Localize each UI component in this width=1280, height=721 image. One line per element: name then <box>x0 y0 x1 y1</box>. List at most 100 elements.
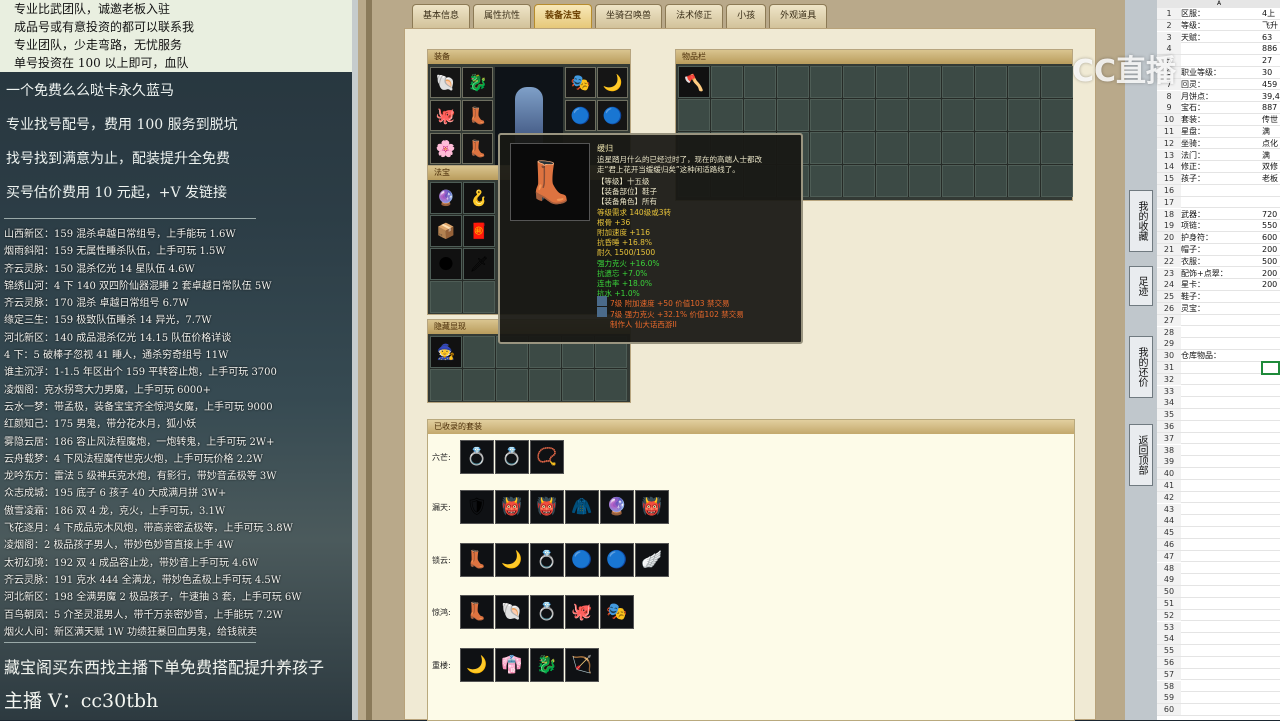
inventory-slot[interactable] <box>1008 66 1040 98</box>
equip-slot[interactable]: 🎭 <box>565 67 596 98</box>
cell-value[interactable]: 点化 <box>1262 138 1278 149</box>
set-item-icon[interactable]: 🐚 <box>495 595 529 629</box>
inventory-slot[interactable] <box>678 99 710 131</box>
set-item-icon[interactable]: 🔵 <box>600 543 634 577</box>
inventory-slot[interactable] <box>975 66 1007 98</box>
inventory-slot[interactable] <box>909 66 941 98</box>
fabao-slot[interactable]: 🪝 <box>463 182 495 214</box>
inventory-slot[interactable] <box>1041 132 1073 164</box>
set-item-icon[interactable]: 📿 <box>530 440 564 474</box>
history-button[interactable]: 足迹 <box>1129 266 1153 306</box>
set-item-icon[interactable]: 🪽 <box>635 543 669 577</box>
fabao-slot[interactable]: 🗡 <box>463 248 495 280</box>
cell-value[interactable]: 886 <box>1262 43 1277 54</box>
cell-label[interactable]: 配饰+点翠： <box>1181 268 1228 279</box>
cell-label[interactable]: 区服： <box>1181 8 1205 19</box>
set-item-icon[interactable]: 👹 <box>495 490 529 524</box>
equip-slot[interactable]: 🌙 <box>597 67 628 98</box>
set-item-icon[interactable]: 💍 <box>530 543 564 577</box>
cell-value[interactable]: 4上 <box>1262 8 1275 19</box>
inventory-slot[interactable] <box>711 66 743 98</box>
tab-2[interactable]: 装备法宝 <box>534 4 593 28</box>
fabao-slot[interactable]: 📦 <box>430 215 462 247</box>
equip-slot[interactable]: 👢 <box>462 100 493 131</box>
cell-value[interactable]: 887 <box>1262 102 1277 113</box>
inventory-slot[interactable] <box>1041 99 1073 131</box>
cell-value[interactable]: 200 <box>1262 279 1277 290</box>
cell-label[interactable]: 衣服： <box>1181 256 1205 267</box>
cell-value[interactable]: 传世 <box>1262 114 1278 125</box>
inventory-slot[interactable] <box>942 66 974 98</box>
set-item-icon[interactable]: 🧥 <box>565 490 599 524</box>
set-item-icon[interactable]: 🔮 <box>600 490 634 524</box>
back-to-top-button[interactable]: 返回顶部 <box>1129 424 1153 486</box>
set-item-icon[interactable]: 🌙 <box>495 543 529 577</box>
set-item-icon[interactable]: 👢 <box>460 595 494 629</box>
set-item-icon[interactable]: 🏹 <box>565 648 599 682</box>
cell-value[interactable]: 飞升 <box>1262 20 1278 31</box>
inventory-slot[interactable] <box>1041 66 1073 98</box>
inventory-slot[interactable] <box>1008 99 1040 131</box>
set-item-icon[interactable]: 💍 <box>460 440 494 474</box>
inventory-slot[interactable] <box>810 165 842 197</box>
fabao-slot[interactable]: 🌑 <box>430 248 462 280</box>
set-item-icon[interactable]: 👢 <box>460 543 494 577</box>
cell-value[interactable]: 550 <box>1262 220 1277 231</box>
tab-0[interactable]: 基本信息 <box>412 4 471 28</box>
cell-value[interactable]: 双修 <box>1262 161 1278 172</box>
hidden-slot[interactable]: 🧙 <box>430 336 462 368</box>
inventory-slot[interactable] <box>1008 165 1040 197</box>
inventory-slot[interactable] <box>810 66 842 98</box>
set-item-icon[interactable]: 🎭 <box>600 595 634 629</box>
inventory-slot[interactable] <box>909 132 941 164</box>
cell-value[interactable]: 720 <box>1262 209 1277 220</box>
set-item-icon[interactable]: 👘 <box>495 648 529 682</box>
hidden-slot[interactable] <box>595 369 627 401</box>
inventory-slot[interactable] <box>810 99 842 131</box>
inventory-slot[interactable]: 🪓 <box>678 66 710 98</box>
fabao-slot[interactable]: 🧧 <box>463 215 495 247</box>
inventory-slot[interactable] <box>975 132 1007 164</box>
set-item-icon[interactable]: 🔵 <box>565 543 599 577</box>
equip-slot[interactable]: 👢 <box>462 133 493 164</box>
inventory-slot[interactable] <box>843 132 875 164</box>
hidden-slot[interactable] <box>496 369 528 401</box>
inventory-slot[interactable] <box>777 99 809 131</box>
cell-label[interactable]: 月饼点： <box>1181 91 1213 102</box>
cell-value[interactable]: 600 <box>1262 232 1277 243</box>
cell-label[interactable]: 孩子： <box>1181 173 1205 184</box>
hidden-slot[interactable] <box>529 369 561 401</box>
equip-slot[interactable]: 🐙 <box>430 100 461 131</box>
inventory-slot[interactable] <box>942 165 974 197</box>
counter-offer-button[interactable]: 我的还价 <box>1129 336 1153 398</box>
cell-label[interactable]: 武器： <box>1181 209 1205 220</box>
equip-slot[interactable]: 🔵 <box>597 100 628 131</box>
tab-3[interactable]: 坐骑召唤兽 <box>595 4 663 28</box>
selected-cell[interactable] <box>1261 361 1280 375</box>
equip-slot[interactable]: 🌸 <box>430 133 461 164</box>
set-item-icon[interactable]: 👹 <box>530 490 564 524</box>
cell-value[interactable]: 满 <box>1262 150 1270 161</box>
set-item-icon[interactable]: 👹 <box>635 490 669 524</box>
fabao-slot[interactable] <box>463 281 495 313</box>
cell-label[interactable]: 坐骑： <box>1181 138 1205 149</box>
inventory-slot[interactable] <box>975 165 1007 197</box>
cell-label[interactable]: 套装： <box>1181 114 1205 125</box>
cell-label[interactable]: 宝石： <box>1181 102 1205 113</box>
tab-5[interactable]: 小孩 <box>726 4 767 28</box>
cell-label[interactable]: 鞋子： <box>1181 291 1205 302</box>
inventory-slot[interactable] <box>744 99 776 131</box>
cell-label[interactable]: 帽子： <box>1181 244 1205 255</box>
cell-label[interactable]: 星盘： <box>1181 126 1205 137</box>
inventory-slot[interactable] <box>876 66 908 98</box>
hidden-slot[interactable] <box>562 369 594 401</box>
cell-label[interactable]: 护身符： <box>1181 232 1213 243</box>
hidden-slot[interactable] <box>463 336 495 368</box>
cell-value[interactable]: 63 <box>1262 32 1272 43</box>
equip-slot[interactable]: 🐚 <box>430 67 461 98</box>
cell-label[interactable]: 回灵： <box>1181 79 1205 90</box>
cell-label[interactable]: 等级： <box>1181 20 1205 31</box>
set-item-icon[interactable]: 🌙 <box>460 648 494 682</box>
cell-value[interactable]: 200 <box>1262 268 1277 279</box>
tab-1[interactable]: 属性抗性 <box>473 4 532 28</box>
